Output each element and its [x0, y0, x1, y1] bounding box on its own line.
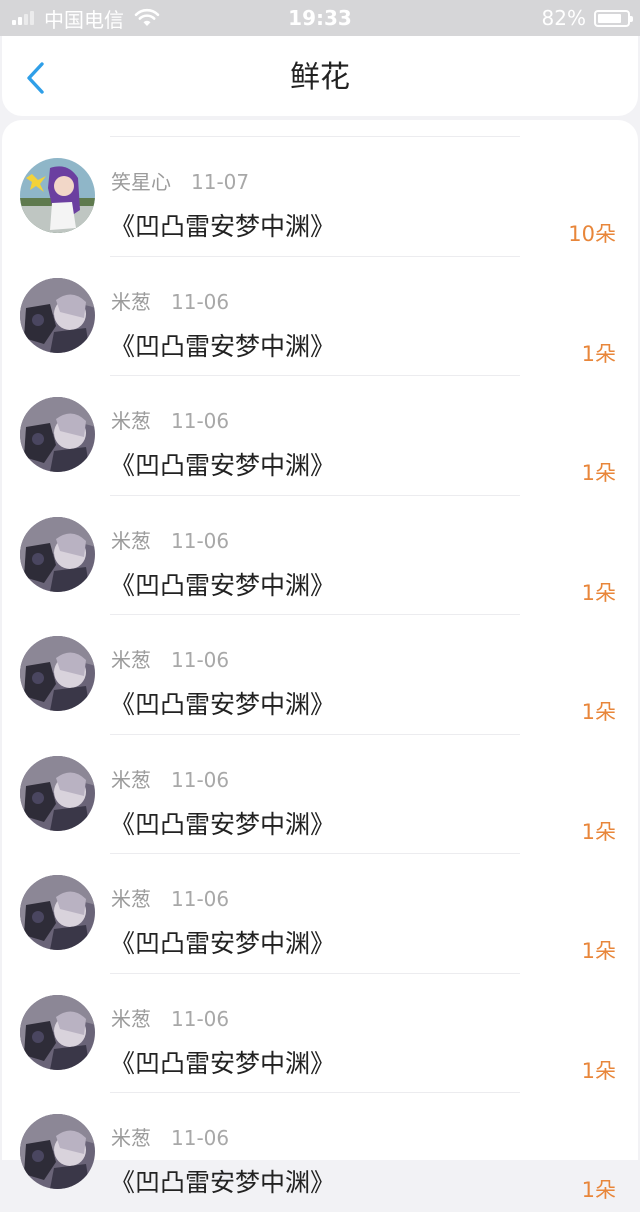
book-title[interactable]: 《凹凸雷安梦中渊》	[110, 812, 335, 837]
battery-level	[598, 13, 621, 23]
avatar[interactable]	[20, 636, 95, 711]
flower-count: 1朵	[581, 341, 616, 366]
user-name[interactable]: 米葱	[111, 409, 151, 433]
row-divider	[110, 375, 520, 376]
item-date: 11-06	[171, 289, 230, 314]
list-item[interactable]: 米葱 11-06 《凹凸雷安梦中渊》 1朵	[2, 255, 638, 376]
row-divider	[110, 733, 520, 735]
item-meta: 米葱 11-06	[111, 764, 229, 793]
avatar[interactable]	[20, 994, 95, 1070]
avatar[interactable]	[20, 158, 95, 233]
user-name[interactable]: 米葱	[111, 529, 151, 553]
list-item[interactable]: 米葱 11-06 《凹凸雷安梦中渊》 1朵	[2, 375, 638, 495]
list-item[interactable]: 米葱 11-06 《凹凸雷安梦中渊》 1朵	[2, 494, 638, 615]
book-title[interactable]: 《凹凸雷安梦中渊》	[110, 334, 335, 359]
row-divider	[110, 136, 520, 137]
user-name[interactable]: 米葱	[111, 648, 151, 672]
book-title[interactable]: 《凹凸雷安梦中渊》	[110, 1051, 335, 1076]
item-date: 11-06	[171, 409, 230, 433]
row-divider	[110, 972, 520, 974]
battery-percent: 82%	[541, 6, 586, 30]
list-item[interactable]: 米葱 11-06 《凹凸雷安梦中渊》 1朵	[2, 1092, 638, 1212]
row-divider	[110, 255, 520, 257]
user-name[interactable]: 米葱	[111, 1007, 151, 1031]
avatar[interactable]	[20, 397, 95, 472]
item-date: 11-06	[171, 767, 230, 792]
item-meta: 米葱 11-06	[111, 644, 229, 673]
item-meta: 米葱 11-06	[111, 286, 229, 315]
flower-count: 1朵	[581, 819, 616, 844]
page-title: 鲜花	[290, 60, 350, 95]
flower-count: 1朵	[581, 700, 616, 724]
item-date: 11-06	[171, 1006, 230, 1031]
flower-count: 1朵	[581, 1058, 616, 1083]
nav-header: 鲜花	[2, 36, 638, 116]
list-item[interactable]: 笑星心 11-07 《凹凸雷安梦中渊》 10朵	[2, 136, 638, 256]
list-item[interactable]: 米葱 11-06 《凹凸雷安梦中渊》 1朵	[2, 733, 638, 854]
book-title[interactable]: 《凹凸雷安梦中渊》	[110, 1170, 335, 1195]
item-date: 11-06	[171, 528, 230, 553]
item-date: 11-06	[171, 887, 230, 911]
avatar[interactable]	[20, 875, 95, 950]
status-bar: 中国电信 19:33 82%	[0, 0, 640, 36]
user-name[interactable]: 笑星心	[111, 170, 171, 194]
avatar[interactable]	[20, 516, 95, 592]
item-meta: 米葱 11-06	[111, 1003, 229, 1032]
flower-count: 1朵	[581, 580, 616, 605]
avatar[interactable]	[20, 1114, 95, 1189]
status-right: 82%	[541, 0, 633, 36]
row-divider	[110, 494, 520, 496]
book-title[interactable]: 《凹凸雷安梦中渊》	[110, 453, 335, 478]
flower-count: 1朵	[581, 461, 616, 485]
item-meta: 米葱 11-06	[111, 883, 229, 912]
item-date: 11-07	[191, 170, 250, 194]
user-name[interactable]: 米葱	[111, 1126, 151, 1150]
user-name[interactable]: 米葱	[111, 768, 151, 792]
battery-icon	[594, 9, 633, 27]
user-name[interactable]: 米葱	[111, 290, 151, 314]
item-meta: 米葱 11-06	[111, 525, 229, 554]
book-title[interactable]: 《凹凸雷安梦中渊》	[110, 214, 335, 239]
item-meta: 米葱 11-06	[111, 405, 229, 434]
row-divider	[110, 614, 520, 615]
row-divider	[110, 1092, 520, 1093]
avatar[interactable]	[20, 755, 95, 831]
book-title[interactable]: 《凹凸雷安梦中渊》	[110, 692, 335, 717]
list-item[interactable]: 米葱 11-06 《凹凸雷安梦中渊》 1朵	[2, 972, 638, 1093]
book-title[interactable]: 《凹凸雷安梦中渊》	[110, 573, 335, 598]
flower-count: 10朵	[568, 222, 616, 246]
flower-count: 1朵	[581, 1178, 616, 1202]
item-meta: 笑星心 11-07	[111, 166, 249, 195]
flower-list: 笑星心 11-07 《凹凸雷安梦中渊》 10朵 米葱 11-06 《凹凸雷安梦中渊》 1朵 米葱…	[2, 120, 638, 1202]
avatar[interactable]	[20, 277, 95, 353]
user-name[interactable]: 米葱	[111, 887, 151, 911]
list-item[interactable]: 米葱 11-06 《凹凸雷安梦中渊》 1朵	[2, 853, 638, 973]
item-date: 11-06	[171, 648, 230, 672]
book-title[interactable]: 《凹凸雷安梦中渊》	[110, 931, 335, 956]
flower-count: 1朵	[581, 939, 616, 963]
list-item[interactable]: 米葱 11-06 《凹凸雷安梦中渊》 1朵	[2, 614, 638, 734]
row-divider	[110, 853, 520, 854]
item-date: 11-06	[171, 1126, 230, 1150]
item-meta: 米葱 11-06	[111, 1122, 229, 1151]
